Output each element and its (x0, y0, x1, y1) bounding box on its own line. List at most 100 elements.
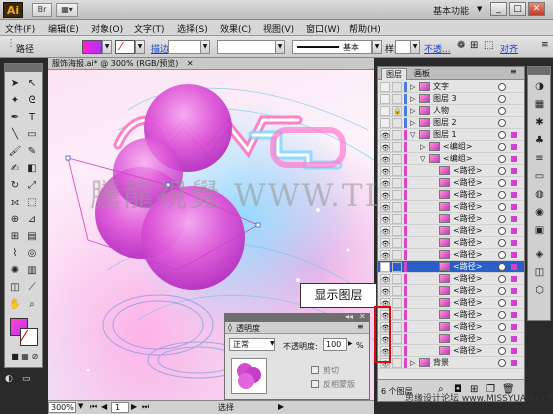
fill-dropdown-icon[interactable]: ▼ (102, 40, 112, 54)
stroke-dropdown-icon[interactable]: ▼ (135, 40, 145, 54)
lock-toggle-icon[interactable] (392, 286, 402, 296)
visibility-eye-icon[interactable]: 👁 (380, 190, 390, 200)
lock-toggle-icon[interactable] (392, 190, 402, 200)
target-circle-icon[interactable] (498, 83, 506, 91)
appearance-panel-icon[interactable]: ◉ (531, 205, 548, 220)
close-document-icon[interactable]: ✕ (187, 59, 194, 68)
maximize-button[interactable]: □ (509, 2, 526, 16)
layer-row[interactable]: 👁 <路径> (378, 225, 524, 237)
brushes-panel-icon[interactable]: ✱ (531, 115, 548, 130)
visibility-eye-icon[interactable]: 👁 (380, 238, 390, 248)
layers-stack-icon[interactable]: ◈ (531, 247, 548, 262)
layer-row[interactable]: 👁 <路径> (378, 237, 524, 249)
expand-triangle-icon[interactable]: ▷ (410, 105, 415, 117)
lock-toggle-icon[interactable] (392, 262, 402, 272)
lock-toggle-icon[interactable] (392, 346, 402, 356)
layer-row[interactable]: 👁 <路径> (378, 333, 524, 345)
expand-triangle-icon[interactable]: ▷ (410, 81, 415, 93)
target-circle-icon[interactable] (498, 227, 506, 235)
shape-builder-tool-icon[interactable]: ⊕ (7, 212, 23, 228)
lock-toggle-icon[interactable] (392, 94, 402, 104)
workspace-dropdown-icon[interactable]: ▼ (477, 5, 482, 13)
swatches-panel-icon[interactable]: ▦ (531, 97, 548, 112)
width-tool-icon[interactable]: ⟗ (7, 195, 23, 211)
lock-toggle-icon[interactable] (392, 274, 402, 284)
first-artboard-icon[interactable]: ⏮ (90, 402, 97, 412)
tab-layers[interactable]: 图层 (381, 68, 407, 80)
artboard-tool-icon[interactable]: ◫ (7, 280, 23, 296)
menu-view[interactable]: 视图(V) (263, 22, 294, 35)
lock-toggle-icon[interactable] (392, 82, 402, 92)
menu-edit[interactable]: 编辑(E) (48, 22, 79, 35)
visibility-eye-icon[interactable]: 👁 (380, 226, 390, 236)
opacity-field[interactable]: 100 (323, 338, 347, 351)
screen-mode-icon[interactable]: ▭ (22, 374, 36, 386)
none-mode-icon[interactable]: ⊘ (27, 349, 43, 365)
pencil-tool-icon[interactable]: ✎ (24, 144, 40, 160)
eyedropper-tool-icon[interactable]: ⌇ (7, 246, 23, 262)
blend-mode-dropdown-icon[interactable]: ▼ (270, 340, 275, 347)
line-tool-icon[interactable]: ╲ (7, 127, 23, 143)
fill-swatch[interactable] (82, 40, 102, 54)
artboards-panel-icon[interactable]: ◫ (531, 265, 548, 280)
lock-toggle-icon[interactable]: 🔒 (392, 106, 402, 116)
control-panel-menu-icon[interactable]: ≡ (541, 40, 549, 50)
slice-tool-icon[interactable]: ⟋ (24, 280, 40, 296)
collapse-icon[interactable]: ◂◂ (345, 312, 353, 321)
target-circle-icon[interactable] (498, 299, 506, 307)
color-panel-icon[interactable]: ◑ (531, 79, 548, 94)
target-circle-icon[interactable] (498, 143, 506, 151)
visibility-eye-icon[interactable]: 👁 (380, 214, 390, 224)
mesh-tool-icon[interactable]: ⊞ (7, 229, 23, 245)
gradient-tool-icon[interactable]: ▤ (24, 229, 40, 245)
rotate-tool-icon[interactable]: ↻ (7, 178, 23, 194)
rectangle-tool-icon[interactable]: ▭ (24, 127, 40, 143)
visibility-eye-icon[interactable]: 👁 (380, 274, 390, 284)
visibility-eye-icon[interactable]: 👁 (380, 130, 390, 140)
expand-triangle-icon[interactable]: ▷ (410, 117, 415, 129)
expand-triangle-icon[interactable]: ▷ (420, 141, 425, 153)
graphic-styles-panel-icon[interactable]: ▣ (531, 223, 548, 238)
visibility-eye-icon[interactable] (380, 94, 390, 104)
visibility-eye-icon[interactable]: 👁 (380, 142, 390, 152)
target-circle-icon[interactable] (498, 359, 506, 367)
menu-file[interactable]: 文件(F) (5, 22, 35, 35)
layer-row[interactable]: 👁 ▽ <编组> (378, 153, 524, 165)
lock-toggle-icon[interactable] (392, 322, 402, 332)
stroke-panel-icon[interactable]: ≡ (531, 151, 548, 166)
prev-artboard-icon[interactable]: ◀ (101, 402, 107, 411)
last-artboard-icon[interactable]: ⏭ (142, 402, 149, 412)
visibility-eye-icon[interactable]: 👁 (380, 286, 390, 296)
opacity-dropdown-icon[interactable]: ▶ (348, 340, 353, 347)
variable-width-profile[interactable] (217, 40, 277, 54)
layer-row[interactable]: ▷ 图层 2 (378, 117, 524, 129)
lasso-tool-icon[interactable]: ᘓ (24, 93, 40, 109)
expand-triangle-icon[interactable]: ▽ (420, 153, 425, 165)
target-circle-icon[interactable] (498, 155, 506, 163)
target-circle-icon[interactable] (498, 239, 506, 247)
next-artboard-icon[interactable]: ▶ (131, 402, 137, 411)
hand-tool-icon[interactable]: ✋ (7, 297, 23, 313)
layer-row[interactable]: 👁 <路径> (378, 165, 524, 177)
document-tab[interactable]: 服饰海报.ai* @ 300% (RGB/预览) ✕ (48, 58, 374, 70)
expand-triangle-icon[interactable]: ▷ (410, 93, 415, 105)
graphic-style-dropdown-icon[interactable]: ▼ (410, 40, 420, 54)
expand-triangle-icon[interactable]: ▽ (410, 129, 415, 141)
panel-close-icon[interactable]: ✕ (359, 312, 366, 321)
lock-toggle-icon[interactable] (392, 130, 402, 140)
visibility-eye-icon[interactable]: 👁 (380, 154, 390, 164)
perspective-grid-tool-icon[interactable]: ⊿ (24, 212, 40, 228)
gradient-panel-icon[interactable]: ▭ (531, 169, 548, 184)
menu-select[interactable]: 选择(S) (177, 22, 208, 35)
menu-help[interactable]: 帮助(H) (349, 22, 381, 35)
visibility-eye-icon[interactable] (380, 106, 390, 116)
align-link[interactable]: 对齐 (500, 42, 518, 55)
lock-toggle-icon[interactable] (392, 118, 402, 128)
lock-toggle-icon[interactable] (392, 250, 402, 260)
graphic-style-swatch[interactable] (395, 40, 411, 54)
target-circle-icon[interactable] (498, 287, 506, 295)
menu-window[interactable]: 窗口(W) (306, 22, 340, 35)
recolor-icon[interactable]: ❁ (457, 40, 465, 51)
isolate-icon[interactable]: ⊞ (470, 40, 478, 51)
paintbrush-tool-icon[interactable]: 🖌 (7, 144, 23, 160)
